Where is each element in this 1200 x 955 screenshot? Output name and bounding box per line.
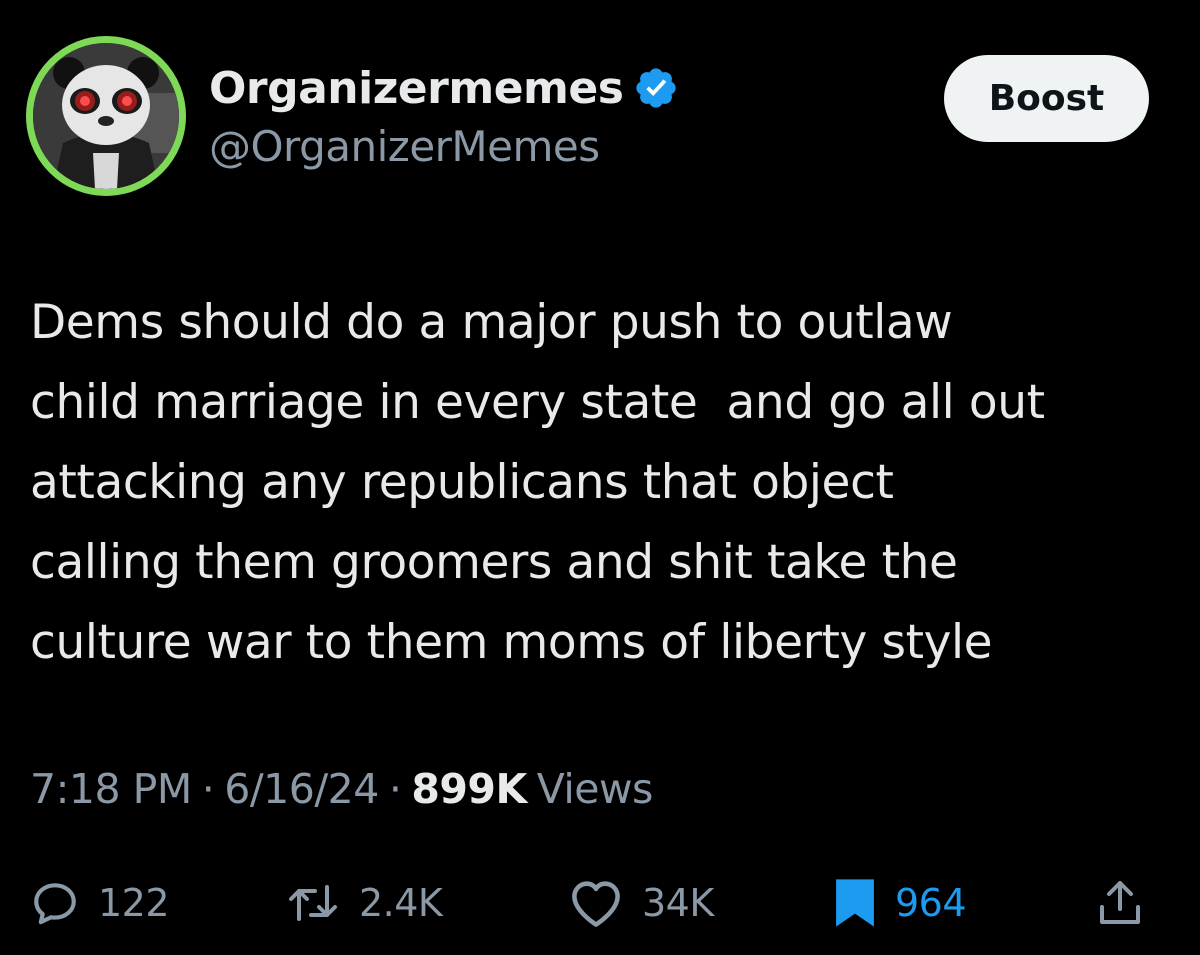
display-name[interactable]: Organizermemes bbox=[209, 63, 624, 114]
retweet-count: 2.4K bbox=[359, 881, 443, 925]
tweet-text-line: calling them groomers and shit take the bbox=[30, 535, 958, 590]
retweet-icon bbox=[289, 885, 337, 921]
tweet-text-line: culture war to them moms of liberty styl… bbox=[30, 615, 993, 670]
like-button[interactable]: 34K bbox=[568, 868, 714, 938]
tweet-text: Dems should do a major push to outlaw ch… bbox=[30, 283, 1180, 683]
meta-separator: · bbox=[388, 765, 402, 813]
tweet-meta: 7:18 PM · 6/16/24 · 899K Views bbox=[30, 765, 653, 813]
reply-button[interactable]: 122 bbox=[30, 868, 170, 938]
bookmark-button[interactable]: 964 bbox=[833, 868, 967, 938]
tweet-date[interactable]: 6/16/24 bbox=[224, 765, 379, 813]
tweet-card: Organizermemes @OrganizerMemes Boost Dem… bbox=[0, 0, 1200, 955]
share-button[interactable] bbox=[1098, 868, 1142, 938]
reply-count: 122 bbox=[98, 881, 170, 925]
panda-avatar-icon bbox=[33, 43, 179, 189]
tweet-text-line: Dems should do a major push to outlaw bbox=[30, 295, 953, 350]
reply-icon bbox=[34, 883, 76, 925]
verified-badge-icon bbox=[633, 65, 679, 111]
like-count: 34K bbox=[642, 881, 714, 925]
author-name-row[interactable]: Organizermemes bbox=[209, 60, 679, 116]
author-handle[interactable]: @OrganizerMemes bbox=[209, 122, 600, 171]
views-label: Views bbox=[536, 765, 654, 813]
tweet-text-line: attacking any republicans that object bbox=[30, 455, 894, 510]
bookmark-count: 964 bbox=[895, 881, 967, 925]
heart-icon bbox=[572, 881, 620, 927]
tweet-time[interactable]: 7:18 PM bbox=[30, 765, 192, 813]
views-count: 899K bbox=[411, 765, 527, 813]
share-icon bbox=[1100, 881, 1140, 924]
retweet-button[interactable]: 2.4K bbox=[285, 868, 443, 938]
bookmark-icon bbox=[836, 879, 874, 927]
boost-button[interactable]: Boost bbox=[944, 55, 1149, 142]
tweet-text-line: child marriage in every state and go all… bbox=[30, 375, 1045, 430]
avatar[interactable] bbox=[26, 36, 186, 196]
meta-separator: · bbox=[201, 765, 215, 813]
